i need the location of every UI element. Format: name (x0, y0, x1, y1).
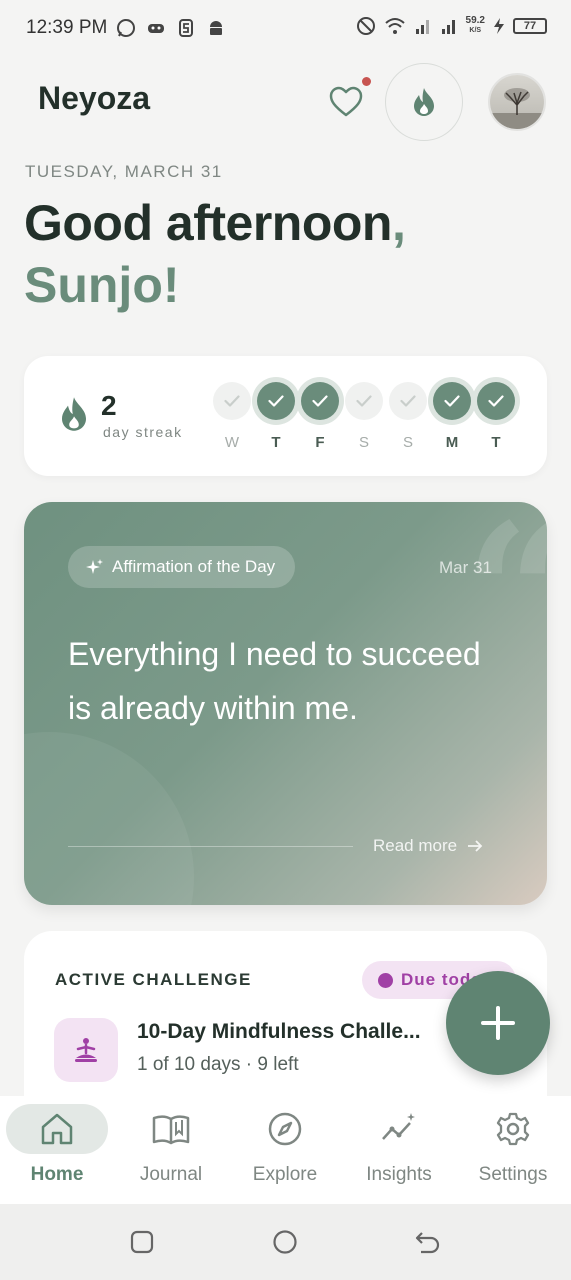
notification-icons (116, 18, 226, 38)
greeting-comma: , (391, 195, 406, 251)
read-more-link[interactable]: Read more (373, 836, 483, 856)
affirmation-card[interactable]: “ Affirmation of the Day Mar 31 Everythi… (24, 502, 547, 905)
weekday-1: T (255, 382, 297, 451)
nav-journal-label: Journal (139, 1164, 203, 1185)
nav-home[interactable]: Home (0, 1096, 114, 1204)
heart-icon (329, 86, 363, 117)
current-date: TUESDAY, MARCH 31 (25, 162, 223, 181)
greeting-text: Good afternoon (24, 195, 392, 251)
favorites-button[interactable] (328, 84, 364, 120)
affirmation-badge-label: Affirmation of the Day (112, 557, 276, 576)
challenge-section-title: ACTIVE CHALLENGE (55, 970, 252, 989)
nav-settings[interactable]: Settings (456, 1096, 570, 1204)
weekday-letter: S (358, 434, 369, 451)
check-icon (433, 382, 471, 420)
nav-settings-label: Settings (478, 1164, 548, 1185)
streak-flame-icon (58, 396, 90, 437)
affirmation-date: Mar 31 (439, 558, 492, 577)
weekday-2: F (299, 382, 341, 451)
weekday-5: M (431, 382, 473, 451)
flame-icon (414, 88, 434, 116)
signal-icon-2 (441, 20, 455, 34)
check-icon (389, 382, 427, 420)
dnd-icon (356, 17, 375, 35)
affirmation-badge: Affirmation of the Day (68, 546, 296, 588)
plus-icon (481, 1006, 515, 1040)
nav-explore[interactable]: Explore (228, 1096, 342, 1204)
signal-icon-1 (415, 20, 429, 34)
android-icon (210, 21, 222, 35)
back-button[interactable] (415, 1230, 441, 1254)
system-status-icons: 59.2 K/S 77 (356, 16, 547, 36)
weekday-letter: T (491, 434, 501, 451)
nav-insights[interactable]: Insights (342, 1096, 456, 1204)
add-button[interactable] (446, 971, 550, 1075)
recents-button[interactable] (130, 1230, 154, 1254)
weekday-4: S (387, 382, 429, 451)
divider (68, 846, 353, 847)
affirmation-text: Everything I need to succeed is already … (68, 636, 481, 726)
system-navigation-bar (0, 1204, 571, 1280)
weekday-letter: S (402, 434, 413, 451)
charging-bolt-icon (494, 18, 504, 34)
weekday-letter: M (445, 434, 459, 451)
network-speed: 59.2 K/S (465, 15, 485, 35)
challenge-name: 10-Day Mindfulness Challe... (137, 1020, 421, 1043)
weekday-letter: T (271, 434, 281, 451)
nav-explore-label: Explore (252, 1164, 318, 1185)
gamepad-icon (148, 24, 164, 33)
more-dots-icon (378, 972, 393, 988)
decorative-circle (24, 732, 194, 905)
status-time: 12:39 PM (26, 17, 108, 38)
gear-icon (496, 1112, 530, 1146)
status-bar: 12:39 PM 59.2 K/S 77 (0, 0, 571, 58)
home-icon (41, 1113, 73, 1145)
weekday-6: T (475, 382, 517, 451)
app-s-icon (179, 19, 193, 37)
check-icon (301, 382, 339, 420)
sparkle-icon (86, 559, 103, 574)
insights-icon (382, 1113, 415, 1140)
streak-label: day streak (103, 424, 183, 440)
check-icon (257, 382, 295, 420)
read-more-label: Read more (373, 836, 458, 855)
weekday-letter: W (224, 434, 240, 451)
bottom-navigation: Home Journal Explore Insights Settings (0, 1096, 571, 1204)
compass-icon (268, 1112, 302, 1146)
battery-indicator: 77 (513, 18, 547, 34)
greeting-name: Sunjo! (24, 257, 180, 313)
streak-button[interactable] (385, 63, 463, 141)
notification-dot (362, 77, 371, 86)
avatar-image (490, 75, 544, 129)
streak-count: 2 (101, 390, 117, 421)
nav-insights-label: Insights (366, 1164, 432, 1185)
check-icon (213, 382, 251, 420)
weekday-3: S (343, 382, 385, 451)
greeting-line: Good afternoon, (24, 194, 406, 252)
nav-journal[interactable]: Journal (114, 1096, 228, 1204)
challenge-progress: 1 of 10 days · 9 left (137, 1054, 299, 1075)
arrow-right-icon (468, 840, 483, 852)
home-system-button[interactable] (272, 1229, 298, 1255)
wifi-icon (384, 18, 405, 34)
book-icon (152, 1115, 190, 1145)
profile-avatar[interactable] (488, 73, 546, 131)
nav-home-label: Home (30, 1164, 84, 1185)
check-icon (345, 382, 383, 420)
weekday-letter: F (315, 434, 325, 451)
check-icon (477, 382, 515, 420)
whatsapp-icon (117, 19, 135, 37)
weekday-0: W (211, 382, 253, 451)
app-title: Neyoza (38, 80, 151, 116)
meditation-icon (54, 1018, 118, 1082)
